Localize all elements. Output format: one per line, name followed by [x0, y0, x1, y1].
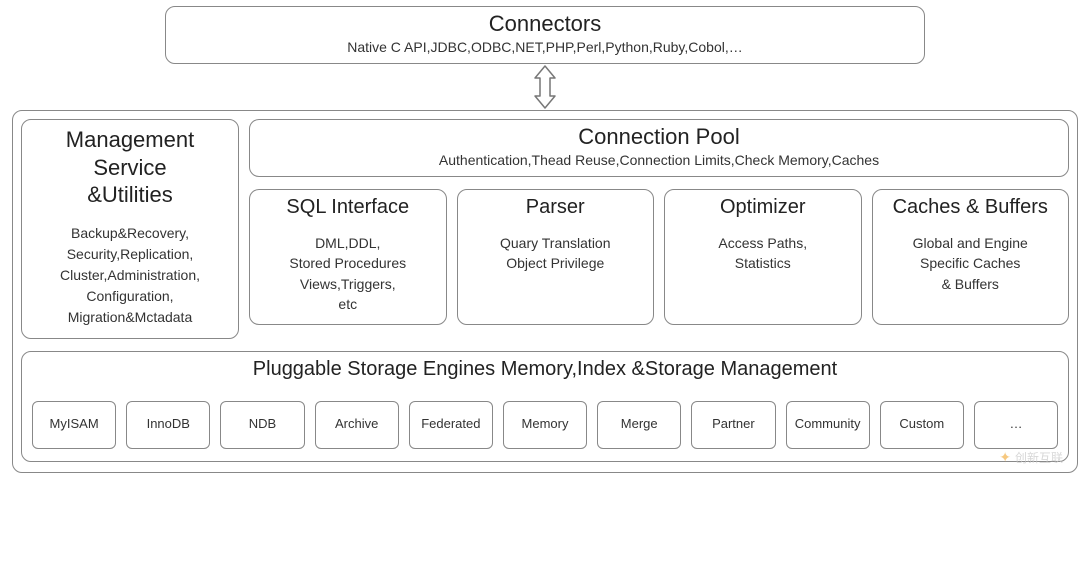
- caches-line: Specific Caches: [920, 255, 1020, 271]
- management-title: Management Service &Utilities: [28, 126, 232, 209]
- engine-community: Community: [786, 401, 870, 449]
- caches-box: Caches & Buffers Global and Engine Speci…: [872, 189, 1070, 325]
- storage-engines-row: MyISAM InnoDB NDB Archive Federated Memo…: [32, 401, 1058, 449]
- optimizer-line: Access Paths,: [718, 235, 807, 251]
- management-title-l2: Service: [93, 155, 166, 180]
- sql-interface-lines: DML,DDL, Stored Procedures Views,Trigger…: [256, 233, 440, 314]
- connection-pool-title: Connection Pool: [258, 124, 1060, 150]
- sql-interface-title: SQL Interface: [256, 196, 440, 219]
- sql-interface-line: etc: [338, 296, 357, 312]
- main-container: Management Service &Utilities Backup&Rec…: [12, 110, 1078, 473]
- storage-engines-box: Pluggable Storage Engines Memory,Index &…: [21, 351, 1069, 462]
- bidirectional-arrow: [10, 64, 1080, 110]
- sql-interface-line: DML,DDL,: [315, 235, 380, 251]
- engine-archive: Archive: [315, 401, 399, 449]
- management-line: Configuration,: [86, 288, 173, 304]
- management-title-l3: &Utilities: [87, 182, 173, 207]
- parser-lines: Quary Translation Object Privilege: [464, 233, 648, 274]
- caches-line: & Buffers: [942, 276, 999, 292]
- parser-line: Quary Translation: [500, 235, 611, 251]
- components-row: SQL Interface DML,DDL, Stored Procedures…: [249, 189, 1069, 325]
- parser-line: Object Privilege: [506, 255, 604, 271]
- management-lines: Backup&Recovery, Security,Replication, C…: [28, 223, 232, 328]
- management-line: Migration&Mctadata: [68, 309, 193, 325]
- engine-custom: Custom: [880, 401, 964, 449]
- connectors-title: Connectors: [176, 11, 914, 37]
- management-title-l1: Management: [66, 127, 194, 152]
- sql-interface-box: SQL Interface DML,DDL, Stored Procedures…: [249, 189, 447, 325]
- storage-engines-title: Pluggable Storage Engines Memory,Index &…: [32, 358, 1058, 381]
- sql-interface-line: Stored Procedures: [289, 255, 406, 271]
- management-line: Security,Replication,: [67, 246, 194, 262]
- parser-title: Parser: [464, 196, 648, 219]
- engine-memory: Memory: [503, 401, 587, 449]
- sql-interface-line: Views,Triggers,: [300, 276, 396, 292]
- connection-pool-subtitle: Authentication,Thead Reuse,Connection Li…: [258, 152, 1060, 168]
- engine-federated: Federated: [409, 401, 493, 449]
- optimizer-lines: Access Paths, Statistics: [671, 233, 855, 274]
- engine-more: …: [974, 401, 1058, 449]
- engine-ndb: NDB: [220, 401, 304, 449]
- connection-pool-box: Connection Pool Authentication,Thead Reu…: [249, 119, 1069, 177]
- optimizer-title: Optimizer: [671, 196, 855, 219]
- management-box: Management Service &Utilities Backup&Rec…: [21, 119, 239, 339]
- engine-partner: Partner: [691, 401, 775, 449]
- connectors-subtitle: Native C API,JDBC,ODBC,NET,PHP,Perl,Pyth…: [176, 39, 914, 55]
- connectors-box: Connectors Native C API,JDBC,ODBC,NET,PH…: [165, 6, 925, 64]
- optimizer-box: Optimizer Access Paths, Statistics: [664, 189, 862, 325]
- parser-box: Parser Quary Translation Object Privileg…: [457, 189, 655, 325]
- engine-innodb: InnoDB: [126, 401, 210, 449]
- caches-line: Global and Engine: [913, 235, 1028, 251]
- caches-lines: Global and Engine Specific Caches & Buff…: [879, 233, 1063, 294]
- caches-title: Caches & Buffers: [879, 196, 1063, 219]
- management-line: Backup&Recovery,: [71, 225, 189, 241]
- engine-merge: Merge: [597, 401, 681, 449]
- optimizer-line: Statistics: [735, 255, 791, 271]
- engine-myisam: MyISAM: [32, 401, 116, 449]
- management-line: Cluster,Administration,: [60, 267, 200, 283]
